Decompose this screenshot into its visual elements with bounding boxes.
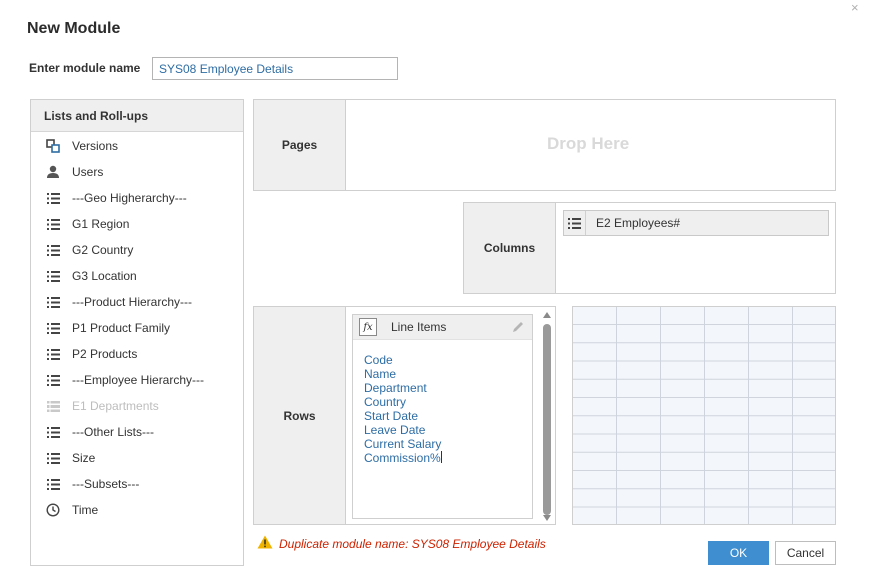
list-item[interactable]: G3 Location xyxy=(31,263,243,289)
list-item-label: ---Employee Hierarchy--- xyxy=(72,373,205,387)
list-item-label: ---Product Hierarchy--- xyxy=(72,295,193,309)
list-item[interactable]: P2 Products xyxy=(31,341,243,367)
line-item[interactable]: Code xyxy=(364,353,532,367)
line-item-label: Start Date xyxy=(364,409,419,423)
list-item-label: Users xyxy=(72,165,104,179)
clock-icon xyxy=(45,502,61,518)
pages-zone-label: Pages xyxy=(254,100,346,190)
fx-icon: fx xyxy=(359,318,377,336)
versions-icon xyxy=(45,138,61,154)
list-icon xyxy=(45,216,61,232)
list-icon xyxy=(45,268,61,284)
line-items-list: Code Name Department Country Start Date Leave… xyxy=(353,340,532,465)
grid-preview xyxy=(572,306,836,525)
list-item[interactable]: Size xyxy=(31,445,243,471)
columns-zone[interactable]: Columns E2 Employees# xyxy=(463,202,836,294)
list-item[interactable]: ---Geo Higherarchy--- xyxy=(31,185,243,211)
pages-drop-placeholder: Drop Here xyxy=(547,134,630,153)
list-item[interactable]: Users xyxy=(31,159,243,185)
list-icon xyxy=(45,190,61,206)
line-item-label: Name xyxy=(364,367,397,381)
line-item[interactable]: Current Salary xyxy=(364,437,532,451)
scroll-thumb[interactable] xyxy=(543,324,551,515)
list-icon xyxy=(45,476,61,492)
rows-scrollbar[interactable] xyxy=(540,310,555,523)
list-item-label: G3 Location xyxy=(72,269,137,283)
line-item[interactable]: Start Date xyxy=(364,409,532,423)
line-item-label: Commission% xyxy=(364,451,441,465)
scroll-down-icon[interactable] xyxy=(543,515,551,521)
list-item-label: E1 Departments xyxy=(72,399,159,413)
line-item-label: Current Salary xyxy=(364,437,442,451)
line-items-box[interactable]: fx Line Items Code Name Department Country S… xyxy=(352,314,533,519)
list-item-label: ---Subsets--- xyxy=(72,477,140,491)
close-icon[interactable]: × xyxy=(851,1,859,15)
list-item-label: Versions xyxy=(72,139,119,153)
line-item[interactable]: Commission% xyxy=(364,451,532,465)
list-item[interactable]: ---Product Hierarchy--- xyxy=(31,289,243,315)
list-icon xyxy=(45,346,61,362)
list-item[interactable]: ---Other Lists--- xyxy=(31,419,243,445)
list-icon xyxy=(45,372,61,388)
line-item[interactable]: Name xyxy=(364,367,532,381)
line-item[interactable]: Country xyxy=(364,395,532,409)
list-item[interactable]: ---Subsets--- xyxy=(31,471,243,497)
lists-panel-header: Lists and Roll-ups xyxy=(31,100,243,132)
list-item[interactable]: Versions xyxy=(31,133,243,159)
list-icon xyxy=(45,242,61,258)
list-icon xyxy=(45,450,61,466)
ok-button[interactable]: OK xyxy=(708,541,769,565)
list-item-label: P2 Products xyxy=(72,347,138,361)
warning-text: Duplicate module name: SYS08 Employee De… xyxy=(279,536,546,551)
list-item[interactable]: ---Employee Hierarchy--- xyxy=(31,367,243,393)
lists-items: Versions Users ---Geo Higherarchy--- G1 Reg… xyxy=(31,132,243,523)
line-item-label: Code xyxy=(364,353,393,367)
list-icon xyxy=(564,211,586,235)
rows-zone-label: Rows xyxy=(254,307,346,524)
list-item-label: G1 Region xyxy=(72,217,130,231)
lists-panel: Lists and Roll-ups Versions Users ---Geo H… xyxy=(30,99,244,566)
list-icon xyxy=(45,294,61,310)
user-icon xyxy=(45,164,61,180)
list-item-label: Time xyxy=(72,503,99,517)
list-item: E1 Departments xyxy=(31,393,243,419)
line-item-label: Country xyxy=(364,395,407,409)
pencil-icon[interactable] xyxy=(511,320,525,337)
dialog-title: New Module xyxy=(27,20,121,37)
list-item-label: P1 Product Family xyxy=(72,321,171,335)
module-name-input[interactable] xyxy=(152,57,398,80)
duplicate-name-warning: Duplicate module name: SYS08 Employee De… xyxy=(257,535,546,552)
line-item-label: Department xyxy=(364,381,427,395)
text-cursor xyxy=(440,451,442,463)
columns-dimension-chip[interactable]: E2 Employees# xyxy=(563,210,829,236)
list-item[interactable]: G2 Country xyxy=(31,237,243,263)
list-icon xyxy=(45,424,61,440)
line-item-label: Leave Date xyxy=(364,423,426,437)
list-item[interactable]: G1 Region xyxy=(31,211,243,237)
columns-chip-label: E2 Employees# xyxy=(596,216,681,230)
warning-icon xyxy=(257,535,273,552)
columns-zone-label: Columns xyxy=(464,203,556,293)
line-item[interactable]: Leave Date xyxy=(364,423,532,437)
list-item-label: ---Geo Higherarchy--- xyxy=(72,191,187,205)
list-icon xyxy=(45,320,61,336)
list-item-label: Size xyxy=(72,451,96,465)
line-items-title: Line Items xyxy=(391,320,447,334)
list-item[interactable]: Time xyxy=(31,497,243,523)
scroll-up-icon[interactable] xyxy=(543,312,551,318)
cancel-button[interactable]: Cancel xyxy=(775,541,836,565)
line-item[interactable]: Department xyxy=(364,381,532,395)
module-name-label: Enter module name xyxy=(29,61,141,75)
pages-zone[interactable]: Pages Drop Here xyxy=(253,99,836,191)
line-items-header: fx Line Items xyxy=(353,315,532,340)
list-item-label: G2 Country xyxy=(72,243,134,257)
list-item[interactable]: P1 Product Family xyxy=(31,315,243,341)
list-item-label: ---Other Lists--- xyxy=(72,425,154,439)
list-icon xyxy=(45,398,61,414)
